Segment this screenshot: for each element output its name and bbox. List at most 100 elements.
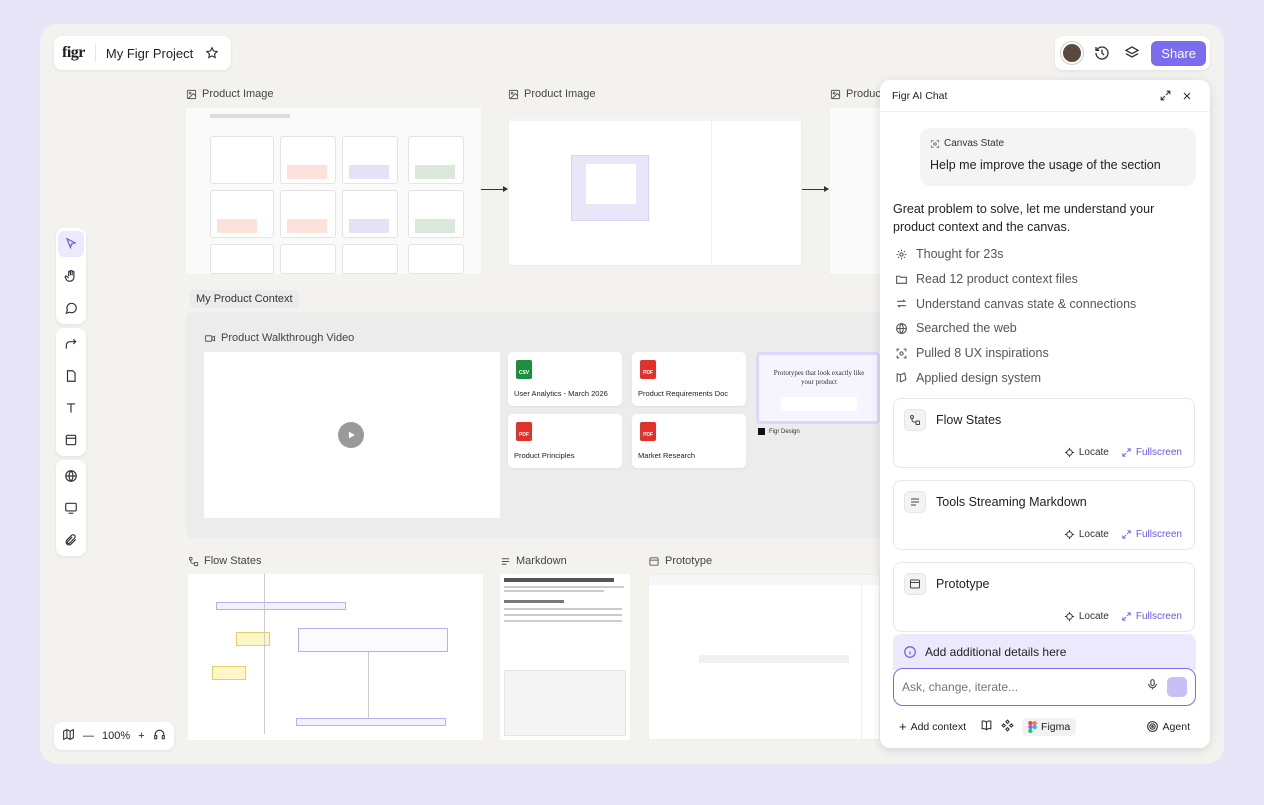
file-card-product-principles[interactable]: PDF Product Principles	[508, 414, 622, 468]
fullscreen-icon	[1122, 612, 1131, 621]
step-item[interactable]: Understand canvas state & connections	[895, 291, 1136, 316]
zoom-level[interactable]: 100%	[102, 730, 130, 742]
walkthrough-video[interactable]	[204, 352, 500, 518]
zoom-in-button[interactable]: +	[138, 730, 144, 742]
hand-tool-icon[interactable]	[58, 263, 84, 289]
link-preview-card[interactable]: Prototypes that look exactly like your p…	[756, 352, 880, 424]
expand-icon[interactable]	[1154, 85, 1176, 107]
figma-chip[interactable]: Figma	[1022, 717, 1077, 736]
frame-label-flow-states[interactable]: Flow States	[188, 555, 261, 567]
figr-logo[interactable]: figr	[62, 44, 96, 62]
mini-card	[210, 244, 274, 274]
locate-button[interactable]: Locate	[1064, 529, 1109, 540]
preview-headline: Prototypes that look exactly like your p…	[773, 369, 865, 386]
locate-button[interactable]: Locate	[1064, 611, 1109, 622]
fullscreen-button[interactable]: Fullscreen	[1121, 447, 1182, 458]
mini-header	[210, 114, 290, 118]
mini-card	[280, 244, 336, 274]
frame-label-walkthrough[interactable]: Product Walkthrough Video	[204, 332, 354, 344]
text-tool-icon[interactable]	[58, 395, 84, 421]
screen-tool-icon[interactable]	[58, 495, 84, 521]
layers-icon[interactable]	[1121, 42, 1143, 64]
frame-label-prototype[interactable]: Prototype	[648, 555, 712, 567]
component-icon[interactable]	[1001, 718, 1014, 735]
locate-button[interactable]: Locate	[1064, 447, 1109, 458]
mic-icon[interactable]	[1146, 678, 1159, 696]
markdown-frame[interactable]	[500, 574, 630, 740]
step-item[interactable]: Searched the web	[895, 316, 1136, 341]
mini-card	[342, 244, 398, 274]
file-name: Product Requirements Doc	[638, 389, 729, 398]
zoom-out-button[interactable]: —	[83, 730, 94, 742]
mini-card	[210, 136, 274, 184]
web-tool-icon[interactable]	[58, 463, 84, 489]
scan-icon	[931, 139, 939, 148]
chat-title: Figr AI Chat	[892, 89, 948, 102]
palette-icon	[896, 372, 907, 383]
connector-tool-icon[interactable]	[58, 331, 84, 357]
history-icon[interactable]	[1091, 42, 1113, 64]
step-item[interactable]: Applied design system	[895, 365, 1136, 390]
canvas-state-tag: Canvas State	[930, 138, 1186, 149]
locate-icon	[1064, 611, 1074, 622]
flow-states-frame[interactable]	[188, 574, 483, 740]
fullscreen-button[interactable]: Fullscreen	[1121, 611, 1182, 622]
avatar[interactable]	[1061, 42, 1084, 64]
star-icon[interactable]	[201, 42, 223, 64]
chat-input[interactable]	[902, 680, 1146, 694]
title-bar: figr My Figr Project	[54, 36, 232, 70]
connector-arrow[interactable]	[802, 186, 829, 192]
book-icon[interactable]	[980, 719, 993, 735]
connector-arrow[interactable]	[481, 186, 508, 192]
close-icon[interactable]	[1176, 85, 1198, 107]
play-icon[interactable]	[338, 422, 364, 448]
prototype-frame[interactable]	[648, 574, 880, 740]
frame-label-markdown[interactable]: Markdown	[500, 555, 567, 567]
product-context-group[interactable]: Product Walkthrough Video CSV User Analy…	[186, 312, 906, 538]
share-button[interactable]: Share	[1151, 40, 1206, 66]
additional-details-banner[interactable]: Add additional details here	[893, 634, 1196, 670]
agent-mode-button[interactable]: Agent	[1140, 717, 1196, 736]
select-tool-icon[interactable]	[58, 231, 84, 257]
file-card-product-requirements[interactable]: PDF Product Requirements Doc	[632, 352, 746, 406]
flow-node	[216, 602, 346, 610]
result-card-tools-streaming[interactable]: Tools Streaming Markdown Locate Fullscre…	[893, 480, 1195, 550]
map-icon[interactable]	[62, 728, 75, 744]
flow-icon	[904, 409, 926, 431]
page-tool-icon[interactable]	[58, 363, 84, 389]
context-group-tag[interactable]: My Product Context	[190, 290, 299, 308]
image-icon	[186, 89, 197, 99]
product-image-frame-2[interactable]	[508, 114, 802, 266]
product-image-frame-1[interactable]	[186, 108, 481, 274]
result-card-prototype[interactable]: Prototype Locate Fullscreen	[893, 562, 1195, 632]
thought-icon	[896, 249, 907, 260]
file-card-user-analytics[interactable]: CSV User Analytics - March 2026	[508, 352, 622, 406]
fullscreen-icon	[1122, 530, 1131, 539]
result-card-flow-states[interactable]: Flow States Locate Fullscreen	[893, 398, 1195, 468]
comment-tool-icon[interactable]	[58, 295, 84, 321]
frame-tool-icon[interactable]	[58, 427, 84, 453]
mini-dialog	[571, 155, 649, 221]
top-right-actions: Share	[1055, 36, 1210, 70]
frame-label-product-image-2[interactable]: Product Image	[508, 88, 596, 100]
file-name: Market Research	[638, 451, 696, 460]
file-card-market-research[interactable]: PDF Market Research	[632, 414, 746, 468]
chat-header: Figr AI Chat	[880, 80, 1210, 112]
send-button[interactable]	[1167, 677, 1187, 697]
pdf-file-icon: PDF	[640, 360, 656, 379]
csv-file-icon: CSV	[516, 360, 532, 379]
project-name[interactable]: My Figr Project	[106, 46, 193, 61]
attach-tool-icon[interactable]	[58, 527, 84, 553]
step-item[interactable]: Thought for 23s	[895, 242, 1136, 267]
chat-input-box[interactable]	[893, 668, 1196, 706]
mini-card	[342, 190, 398, 238]
add-context-button[interactable]: + Add context	[893, 716, 972, 737]
figr-design-icon	[758, 428, 765, 435]
step-item[interactable]: Read 12 product context files	[895, 267, 1136, 292]
frame-label-product-image-1[interactable]: Product Image	[186, 88, 274, 100]
headset-icon[interactable]	[153, 728, 166, 744]
browser-icon	[904, 573, 926, 595]
step-item[interactable]: Pulled 8 UX inspirations	[895, 341, 1136, 366]
fullscreen-button[interactable]: Fullscreen	[1121, 529, 1182, 540]
result-title: Flow States	[936, 413, 1002, 427]
